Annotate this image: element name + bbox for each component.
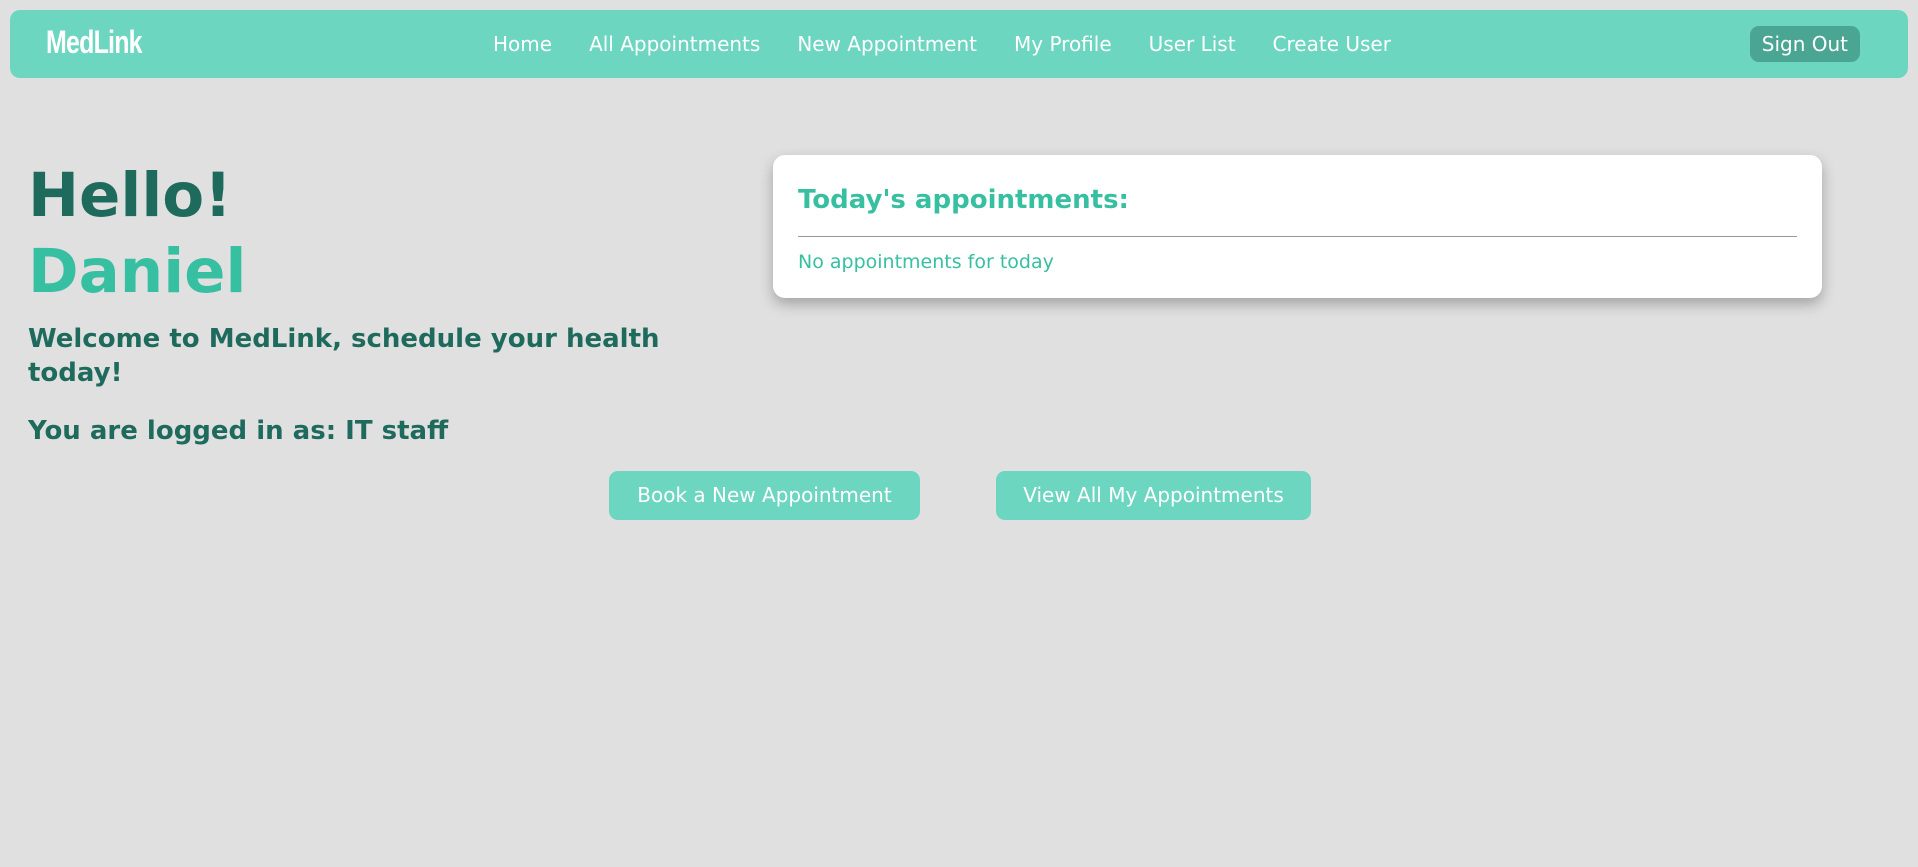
book-new-appointment-button[interactable]: Book a New Appointment bbox=[609, 471, 920, 520]
nav-link-all-appointments[interactable]: All Appointments bbox=[589, 32, 760, 56]
nav-link-create-user[interactable]: Create User bbox=[1273, 32, 1391, 56]
nav-link-new-appointment[interactable]: New Appointment bbox=[797, 32, 977, 56]
welcome-message: Welcome to MedLink, schedule your health… bbox=[28, 324, 660, 388]
card-divider bbox=[798, 236, 1797, 237]
nav-link-my-profile[interactable]: My Profile bbox=[1014, 32, 1112, 56]
logged-in-role: You are logged in as: IT staff bbox=[28, 416, 449, 446]
user-name-heading: Daniel bbox=[28, 236, 247, 307]
nav-links: Home All Appointments New Appointment My… bbox=[493, 10, 1391, 78]
top-navbar: MedLink Home All Appointments New Appoin… bbox=[10, 10, 1908, 78]
todays-appointments-title: Today's appointments: bbox=[798, 185, 1129, 215]
no-appointments-message: No appointments for today bbox=[798, 251, 1054, 273]
todays-appointments-card: Today's appointments: No appointments fo… bbox=[773, 155, 1822, 298]
sign-out-button[interactable]: Sign Out bbox=[1749, 26, 1860, 62]
medlink-logo[interactable]: MedLink bbox=[46, 24, 143, 61]
view-all-appointments-button[interactable]: View All My Appointments bbox=[996, 471, 1311, 520]
nav-link-user-list[interactable]: User List bbox=[1149, 32, 1236, 56]
nav-link-home[interactable]: Home bbox=[493, 32, 552, 56]
hello-heading: Hello! bbox=[28, 160, 232, 231]
